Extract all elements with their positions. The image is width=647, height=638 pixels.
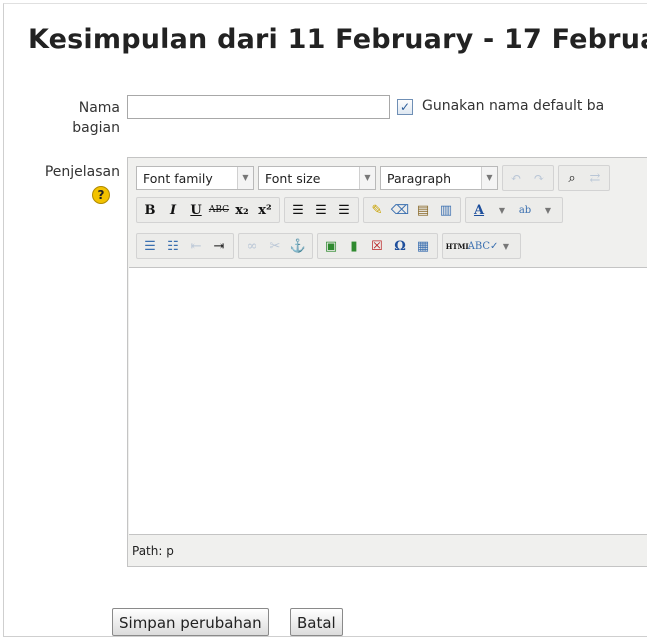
cancel-button[interactable]: Batal — [290, 608, 343, 636]
chevron-down-icon: ▼ — [359, 167, 375, 189]
toolbar-row-3: ☰ ☷ ⇤ ⇥ ∞ ✂ ⚓ ▣ ▮ ☒ Ω ▦ HTML ABC✓ ▼ — [136, 232, 525, 260]
name-label-line1: Nama — [78, 100, 120, 116]
italic-icon[interactable]: I — [162, 199, 184, 221]
insert-group: ▣ ▮ ☒ Ω ▦ — [317, 233, 438, 259]
section-name-input[interactable] — [127, 95, 390, 119]
history-group: ↶ ↷ — [502, 165, 554, 191]
chevron-down-icon: ▼ — [237, 167, 253, 189]
paste-word-icon[interactable]: ▥ — [435, 199, 457, 221]
align-center-icon[interactable]: ☰ — [310, 199, 332, 221]
chevron-down-icon[interactable]: ▼ — [537, 199, 559, 221]
chevron-down-icon[interactable]: ▼ — [495, 235, 517, 257]
help-icon[interactable]: ? — [92, 186, 110, 204]
chevron-down-icon[interactable]: ▼ — [491, 199, 513, 221]
numbered-list-icon[interactable]: ☷ — [162, 235, 184, 257]
bullet-list-icon[interactable]: ☰ — [139, 235, 161, 257]
redo-icon[interactable]: ↷ — [528, 167, 550, 189]
strikethrough-icon[interactable]: ABC — [208, 199, 230, 221]
highlight-icon[interactable]: ab — [514, 199, 536, 221]
subscript-icon[interactable]: x₂ — [231, 199, 253, 221]
align-left-icon[interactable]: ☰ — [287, 199, 309, 221]
media-icon[interactable]: ▮ — [343, 235, 365, 257]
font-family-select[interactable]: Font family ▼ — [136, 166, 254, 190]
editor-path: Path: p — [132, 544, 174, 558]
editor-content-area[interactable] — [129, 267, 647, 535]
undo-icon[interactable]: ↶ — [505, 167, 527, 189]
name-label-line2: bagian — [72, 120, 120, 136]
font-size-select[interactable]: Font size ▼ — [258, 166, 376, 190]
format-value: Paragraph — [387, 170, 452, 186]
default-name-checkbox[interactable]: ✓ — [397, 99, 413, 115]
list-group: ☰ ☷ ⇤ ⇥ — [136, 233, 234, 259]
image-icon[interactable]: ▣ — [320, 235, 342, 257]
align-group: ☰ ☰ ☰ — [284, 197, 359, 223]
unlink-icon[interactable]: ✂ — [264, 235, 286, 257]
save-button[interactable]: Simpan perubahan — [112, 608, 269, 636]
text-style-group: B I U ABC x₂ x² — [136, 197, 280, 223]
description-label: Penjelasan — [44, 164, 120, 180]
eraser-icon[interactable]: ⌫ — [389, 199, 411, 221]
indent-icon[interactable]: ⇥ — [208, 235, 230, 257]
anchor-icon[interactable]: ⚓ — [287, 235, 309, 257]
rich-text-editor: Font family ▼ Font size ▼ Paragraph ▼ ↶ … — [127, 157, 647, 567]
chevron-down-icon: ▼ — [481, 167, 497, 189]
superscript-icon[interactable]: x² — [254, 199, 276, 221]
clipboard-group: ✎ ⌫ ▤ ▥ — [363, 197, 461, 223]
text-color-icon[interactable]: A — [468, 199, 490, 221]
toolbar-row-2: B I U ABC x₂ x² ☰ ☰ ☰ ✎ ⌫ ▤ ▥ A ▼ ab ▼ — [136, 196, 567, 224]
color-group: A ▼ ab ▼ — [465, 197, 563, 223]
underline-icon[interactable]: U — [185, 199, 207, 221]
align-right-icon[interactable]: ☰ — [333, 199, 355, 221]
font-family-value: Font family — [143, 170, 213, 186]
table-icon[interactable]: ▦ — [412, 235, 434, 257]
spellcheck-icon[interactable]: ABC✓ — [468, 235, 499, 257]
cleanup-icon[interactable]: ✎ — [366, 199, 388, 221]
paste-text-icon[interactable]: ▤ — [412, 199, 434, 221]
link-icon[interactable]: ∞ — [241, 235, 263, 257]
toolbar-row-1: Font family ▼ Font size ▼ Paragraph ▼ ↶ … — [136, 164, 614, 192]
default-name-checkbox-label: Gunakan nama default ba — [422, 98, 605, 114]
bold-icon[interactable]: B — [139, 199, 161, 221]
outdent-icon[interactable]: ⇤ — [185, 235, 207, 257]
search-group: ⌕ ⇄ — [558, 165, 610, 191]
special-char-icon[interactable]: Ω — [389, 235, 411, 257]
tools-group: HTML ABC✓ ▼ — [442, 233, 521, 259]
find-icon[interactable]: ⌕ — [561, 167, 583, 189]
font-size-value: Font size — [265, 170, 321, 186]
moodle-emoticon-icon[interactable]: ☒ — [366, 235, 388, 257]
format-select[interactable]: Paragraph ▼ — [380, 166, 498, 190]
page-title: Kesimpulan dari 11 February - 17 Februar… — [28, 24, 647, 55]
name-label: Nama bagian — [64, 98, 120, 138]
replace-icon[interactable]: ⇄ — [584, 167, 606, 189]
link-group: ∞ ✂ ⚓ — [238, 233, 313, 259]
form-frame: Kesimpulan dari 11 February - 17 Februar… — [3, 3, 647, 637]
